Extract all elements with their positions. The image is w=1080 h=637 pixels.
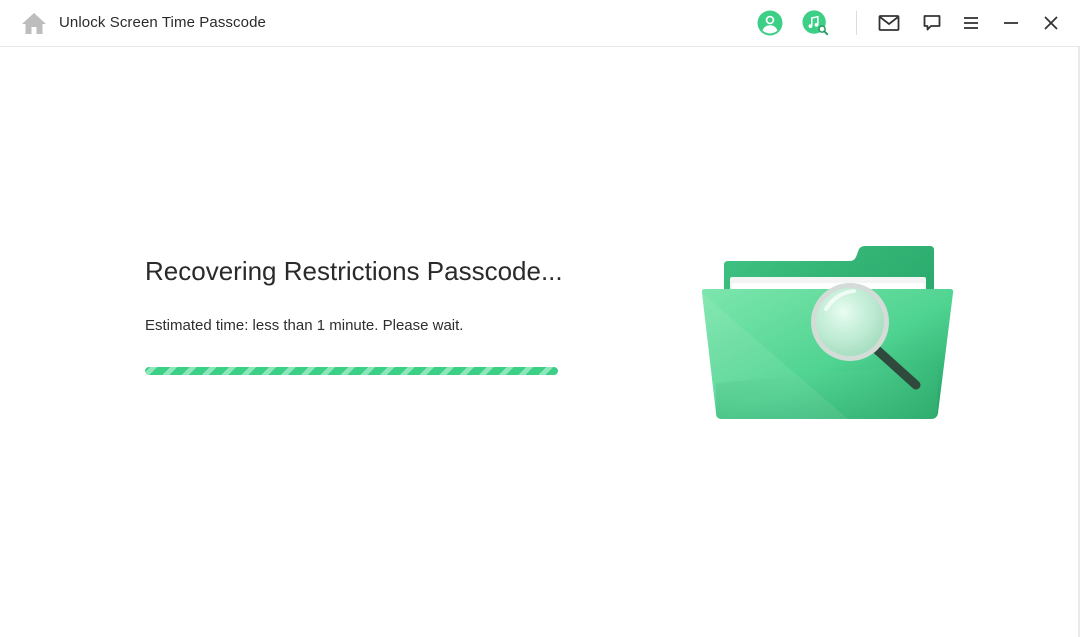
mail-icon — [878, 15, 900, 31]
menu-button[interactable] — [957, 9, 985, 37]
mail-button[interactable] — [875, 9, 903, 37]
status-message: Estimated time: less than 1 minute. Plea… — [145, 317, 464, 334]
progress-bar-fill — [145, 367, 558, 375]
minimize-icon — [1004, 22, 1018, 24]
folder-magnifier-icon — [701, 246, 954, 419]
minimize-button[interactable] — [997, 9, 1025, 37]
menu-icon — [964, 17, 978, 29]
feedback-icon — [923, 15, 941, 31]
folder-search-illustration — [698, 243, 958, 423]
page-title: Recovering Restrictions Passcode... — [145, 256, 563, 286]
close-button[interactable] — [1037, 9, 1065, 37]
window-title: Unlock Screen Time Passcode — [59, 14, 266, 31]
account-button[interactable] — [756, 9, 784, 37]
feedback-button[interactable] — [918, 9, 946, 37]
music-search-icon — [802, 10, 829, 36]
toolbar-separator — [856, 11, 857, 35]
home-button[interactable] — [20, 10, 48, 36]
music-search-button[interactable] — [802, 9, 830, 37]
close-icon — [1044, 16, 1058, 30]
title-bar: Unlock Screen Time Passcode — [0, 0, 1080, 47]
home-icon — [22, 13, 46, 34]
app-window: Unlock Screen Time Passcode Recovering R… — [0, 0, 1080, 637]
account-icon — [757, 10, 783, 36]
progress-bar — [145, 367, 558, 375]
